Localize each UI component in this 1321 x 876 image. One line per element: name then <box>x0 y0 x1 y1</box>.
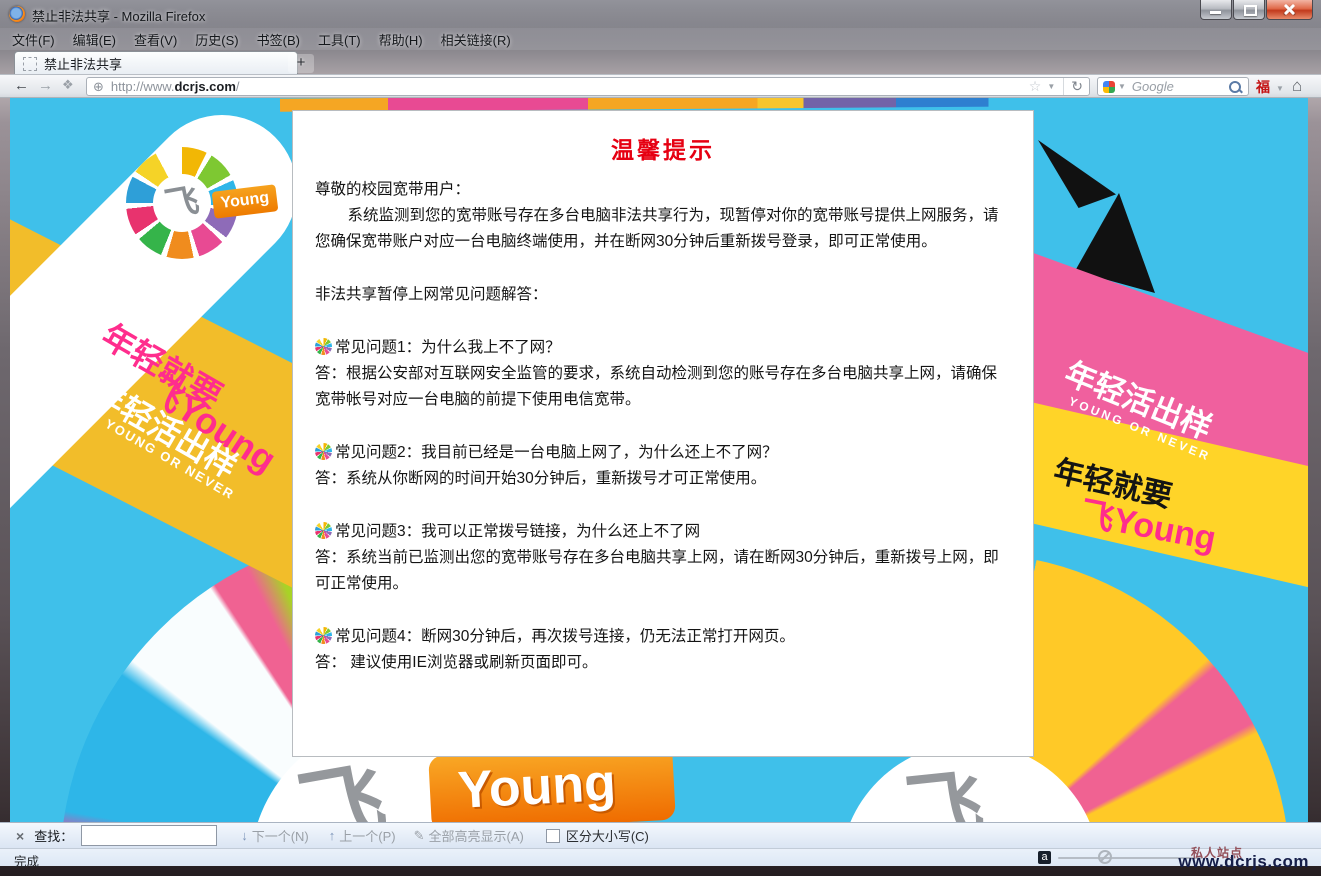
greeting: 尊敬的校园宽带用户： <box>315 177 1011 203</box>
find-next-button[interactable]: 下一个(N) <box>252 826 309 845</box>
tab-active[interactable]: 禁止非法共享 <box>14 51 298 75</box>
menu-item-bookmarks[interactable]: 书签(B) <box>257 30 300 49</box>
faq-answer: 答：系统当前已监测出您的宽带账号存在多台电脑共享上网，请在断网30分钟后，重新拨… <box>315 545 1011 597</box>
search-placeholder: Google <box>1132 79 1229 94</box>
watermark-domain: www.dcrjs.com <box>1178 852 1309 872</box>
find-prev-button[interactable]: 上一个(P) <box>339 826 395 845</box>
back-button[interactable]: ← <box>14 77 29 94</box>
match-case-label[interactable]: 区分大小写(C) <box>566 826 649 845</box>
search-box[interactable]: ▼ Google <box>1097 77 1249 96</box>
search-engine-dropdown-icon[interactable]: ▼ <box>1118 82 1126 91</box>
page-viewport: 飞 Young 年轻就要 飞Young 年轻活出样 YOUNG OR NEVER… <box>10 98 1308 822</box>
google-logo-icon <box>1103 81 1115 93</box>
intro-paragraph: 系统监测到您的宽带账号存在多台电脑非法共享行为，现暂停对你的宽带账号提供上网服务… <box>315 203 1011 255</box>
window-controls <box>1199 0 1313 20</box>
globe-icon: ⊕ <box>93 79 104 95</box>
menu-item-file[interactable]: 文件(F) <box>12 30 55 49</box>
url-domain: dcrjs.com <box>174 79 235 94</box>
find-input[interactable] <box>81 825 217 846</box>
logo-fly-glyph: 飞 <box>148 169 215 236</box>
faq-question: 常见问题4：断网30分钟后，再次拨号连接，仍无法正常打开网页。 <box>335 628 795 645</box>
fu-dropdown-icon[interactable]: ▼ <box>1276 84 1284 93</box>
menu-item-related-links[interactable]: 相关链接(R) <box>441 30 511 49</box>
black-sliver-decor <box>1038 140 1116 208</box>
window-title: 禁止非法共享 - Mozilla Firefox <box>32 6 205 25</box>
faq-item-2: 常见问题2：我目前已经是一台电脑上网了，为什么还上不了网？ 答：系统从你断网的时… <box>315 440 1011 492</box>
faq-pinwheel-icon <box>315 338 332 355</box>
faq-answer: 答：根据公安部对互联网安全监管的要求，系统自动检测到您的账号存在多台电脑共享上网… <box>315 361 1011 413</box>
browser-window: 禁止非法共享 - Mozilla Firefox 文件(F) 编辑(E) 查看(… <box>0 0 1321 876</box>
url-dropdown-icon[interactable]: ▼ <box>1047 82 1055 91</box>
find-next-arrow-icon: ↓ <box>241 828 248 843</box>
nav-toolbar: ← → ❖ ⊕ http://www.dcrjs.com/ ☆ ▼ ↻ ▼ Go… <box>0 74 1321 98</box>
forward-button[interactable]: → <box>38 77 53 94</box>
faq-answer: 答： 建议使用IE浏览器或刷新页面即可。 <box>315 650 1011 676</box>
menu-item-view[interactable]: 查看(V) <box>134 30 177 49</box>
faq-pinwheel-icon <box>315 443 332 460</box>
tab-bar: 禁止非法共享 + <box>0 50 1321 74</box>
tab-favicon-placeholder-icon <box>23 57 37 71</box>
close-button[interactable] <box>1266 0 1313 20</box>
faq-item-1: 常见问题1：为什么我上不了网？ 答：根据公安部对互联网安全监管的要求，系统自动检… <box>315 335 1011 413</box>
find-label: 查找： <box>34 826 73 845</box>
zoom-slider-knob[interactable] <box>1098 850 1112 864</box>
search-icon[interactable] <box>1229 81 1241 93</box>
findbar-close-button[interactable]: × <box>16 828 24 844</box>
fu-extension-button[interactable]: 福 <box>1256 77 1270 97</box>
maximize-icon <box>1244 5 1257 16</box>
tab-title: 禁止非法共享 <box>44 54 122 73</box>
minimize-icon <box>1210 11 1221 14</box>
url-text: http://www.dcrjs.com/ <box>111 79 240 94</box>
faq-pinwheel-icon <box>315 522 332 539</box>
match-case-checkbox[interactable] <box>546 829 560 843</box>
ime-indicator: a <box>1038 851 1051 864</box>
menu-item-history[interactable]: 历史(S) <box>195 30 238 49</box>
firefox-icon <box>9 6 25 22</box>
close-icon <box>1283 3 1295 15</box>
status-text: 完成 <box>14 851 39 870</box>
faq-item-3: 常见问题3：我可以正常拨号链接，为什么还上不了网 答：系统当前已监测出您的宽带账… <box>315 519 1011 597</box>
url-bar[interactable]: ⊕ http://www.dcrjs.com/ ☆ ▼ ↻ <box>86 77 1090 96</box>
find-bar: × 查找： ↓ 下一个(N) ↑ 上一个(P) ✎ 全部高亮显示(A) 区分大小… <box>0 822 1321 848</box>
faq-header: 非法共享暂停上网常见问题解答： <box>315 282 1011 308</box>
minimize-button[interactable] <box>1200 0 1232 20</box>
new-tab-button[interactable]: + <box>288 54 314 73</box>
reload-button[interactable]: ↻ <box>1063 78 1083 95</box>
faq-question: 常见问题1：为什么我上不了网？ <box>335 339 561 356</box>
faq-item-4: 常见问题4：断网30分钟后，再次拨号连接，仍无法正常打开网页。 答： 建议使用I… <box>315 624 1011 676</box>
status-bar: 完成 a <box>0 848 1321 866</box>
menu-item-edit[interactable]: 编辑(E) <box>73 30 116 49</box>
faq-pinwheel-icon <box>315 627 332 644</box>
home-button[interactable]: ⌂ <box>1292 76 1302 96</box>
highlight-pen-icon: ✎ <box>414 828 425 844</box>
plugin-icon[interactable]: ❖ <box>62 77 74 93</box>
window-titlebar: 禁止非法共享 - Mozilla Firefox <box>0 0 1321 28</box>
faq-answer: 答：系统从你断网的时间开始30分钟后，重新拨号才可正常使用。 <box>315 466 1011 492</box>
page-title: 温馨提示 <box>315 131 1011 165</box>
url-suffix: / <box>236 79 240 94</box>
menubar: 文件(F) 编辑(E) 查看(V) 历史(S) 书签(B) 工具(T) 帮助(H… <box>0 28 1321 50</box>
highlight-all-button[interactable]: 全部高亮显示(A) <box>429 826 524 845</box>
url-prefix: http://www. <box>111 79 175 94</box>
faq-question: 常见问题2：我目前已经是一台电脑上网了，为什么还上不了网？ <box>335 444 778 461</box>
find-prev-arrow-icon: ↑ <box>329 828 336 843</box>
maximize-button[interactable] <box>1233 0 1265 20</box>
faq-question: 常见问题3：我可以正常拨号链接，为什么还上不了网 <box>335 523 700 540</box>
content-panel: 温馨提示 尊敬的校园宽带用户： 系统监测到您的宽带账号存在多台电脑非法共享行为，… <box>292 110 1034 757</box>
menu-item-help[interactable]: 帮助(H) <box>379 30 423 49</box>
menu-item-tools[interactable]: 工具(T) <box>318 30 361 49</box>
bookmark-star-icon[interactable]: ☆ <box>1029 78 1042 95</box>
